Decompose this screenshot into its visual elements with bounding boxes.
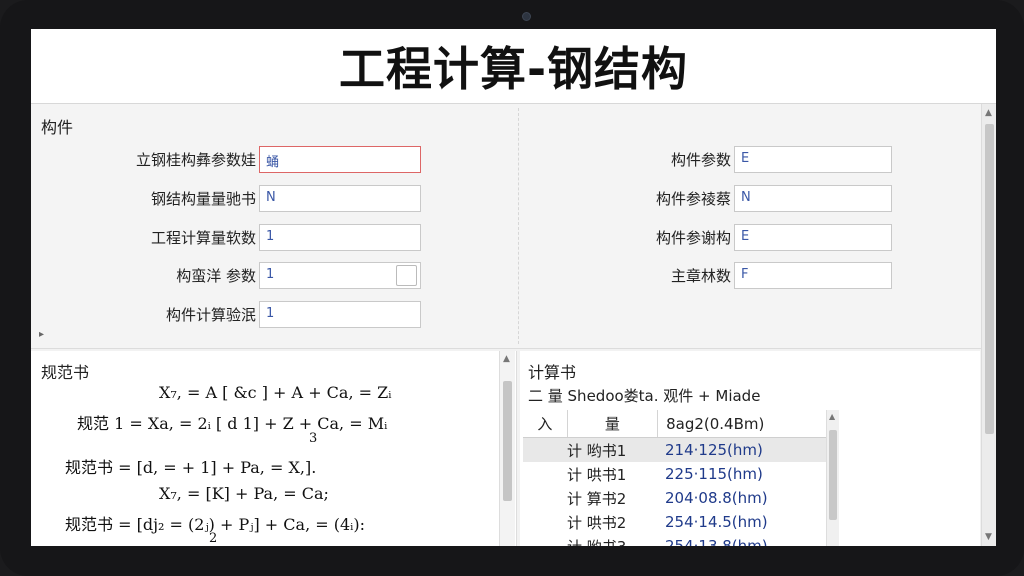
param-row: 构件参谢构 E [31, 224, 892, 251]
row-value: 254·14.5(hm) [665, 513, 768, 531]
formula-subscript: 2 [209, 531, 218, 546]
scroll-up-icon[interactable]: ▲ [503, 354, 510, 364]
webcam-icon [522, 12, 531, 21]
row-value: 214·125(hm) [665, 441, 763, 459]
formula-line: X₇, = A [ &c ] + A + Ca, = Zᵢ [159, 383, 392, 402]
scrollbar-thumb[interactable] [985, 124, 994, 434]
param-label: 构件参祾蔡 [655, 190, 731, 208]
row-name: 计 哟书1 [567, 441, 627, 460]
title-bar: 工程计算-钢结构 [31, 29, 996, 104]
param-input[interactable]: E [734, 146, 892, 173]
scroll-down-icon[interactable]: ▼ [985, 532, 992, 542]
table-row[interactable]: 计 哄书2 254·14.5(hm) [523, 510, 826, 534]
column-header[interactable]: 量 [568, 410, 659, 437]
param-label: 构件参数 [670, 151, 731, 169]
row-name: 计 哟书3 [523, 536, 657, 547]
spec-scrollbar[interactable]: ▲ [499, 351, 515, 546]
row-value: 225·115(hm) [665, 465, 763, 483]
table-row[interactable]: 计 算书2 204·08.8(hm) [523, 486, 826, 510]
calculation-panel: 计算书 二 量 Shedoo娄ta. 观件 + Miade 入 量 8ag2(0… [520, 351, 980, 546]
page-title: 工程计算-钢结构 [338, 42, 689, 96]
param-input[interactable]: 1 [259, 301, 421, 328]
formula-subscript: 3 [309, 431, 318, 446]
param-input[interactable]: E [734, 224, 892, 251]
table-row[interactable]: 计 哟书1 214·125(hm) [523, 438, 826, 462]
group-label: 构件 [41, 118, 74, 137]
scroll-up-icon[interactable]: ▲ [829, 412, 835, 421]
scrollbar-thumb[interactable] [829, 430, 837, 520]
row-value: 204·08.8(hm) [665, 489, 768, 507]
param-label: 构件计算验泯 [165, 306, 256, 324]
scroll-up-icon[interactable]: ▲ [985, 108, 992, 118]
table-row[interactable]: 计 哄书1 225·115(hm) [523, 462, 826, 486]
resize-arrow-icon[interactable]: ▸ [39, 329, 44, 340]
param-label: 主章林数 [670, 267, 731, 285]
param-input[interactable]: F [734, 262, 892, 289]
row-name: 计 哄书2 [567, 513, 627, 532]
scrollbar-thumb[interactable] [503, 381, 512, 501]
calc-title: 计算书 [528, 363, 577, 382]
parameters-panel: 构件 立钢桂构彝参数娃 蛹 钢结构量量驰书 N 工程计算量软数 1 构蛮洋 参数… [31, 104, 981, 349]
table-header: 入 量 8ag2(0.4Bm) [523, 410, 826, 438]
formula-line: 规范 1 = Xa, = 2ᵢ [ d 1] + Z + Ca, = Mᵢ [77, 414, 388, 433]
table-scrollbar[interactable]: ▲ [826, 410, 839, 546]
formula-line: 规范书 = [d, = + 1] + Pa, = X,]. [65, 458, 317, 477]
row-name: 计 算书2 [567, 489, 627, 508]
formula-line: X₇, = [K] + Pa, = Ca; [159, 484, 329, 503]
spec-title: 规范书 [41, 363, 90, 382]
table-row[interactable]: 计 哟书3 254·13.8(hm) [523, 534, 826, 546]
param-row: 主章林数 F [31, 262, 892, 289]
param-input[interactable]: N [734, 185, 892, 212]
row-value: 254·13.8(hm) [665, 537, 768, 546]
results-table: 入 量 8ag2(0.4Bm) 计 哟书1 214·125(hm) 计 哄书1 … [523, 410, 826, 546]
column-header[interactable]: 8ag2(0.4Bm) [658, 410, 826, 437]
param-row: 构件参祾蔡 N [31, 185, 892, 212]
param-row: 构件参数 E [31, 146, 892, 173]
calc-subtitle: 二 量 Shedoo娄ta. 观件 + Miade [528, 387, 761, 405]
row-name: 计 哄书1 [567, 465, 627, 484]
column-header[interactable]: 入 [523, 410, 568, 437]
app-window: 工程计算-钢结构 构件 立钢桂构彝参数娃 蛹 钢结构量量驰书 N 工程计算量软数… [31, 29, 996, 546]
param-label: 构件参谢构 [655, 229, 731, 247]
main-scrollbar[interactable]: ▲ ▼ [981, 104, 996, 546]
param-row: 构件计算验泯 1 [31, 301, 421, 328]
specification-panel: 规范书 X₇, = A [ &c ] + A + Ca, = Zᵢ 规范 1 =… [31, 351, 517, 546]
